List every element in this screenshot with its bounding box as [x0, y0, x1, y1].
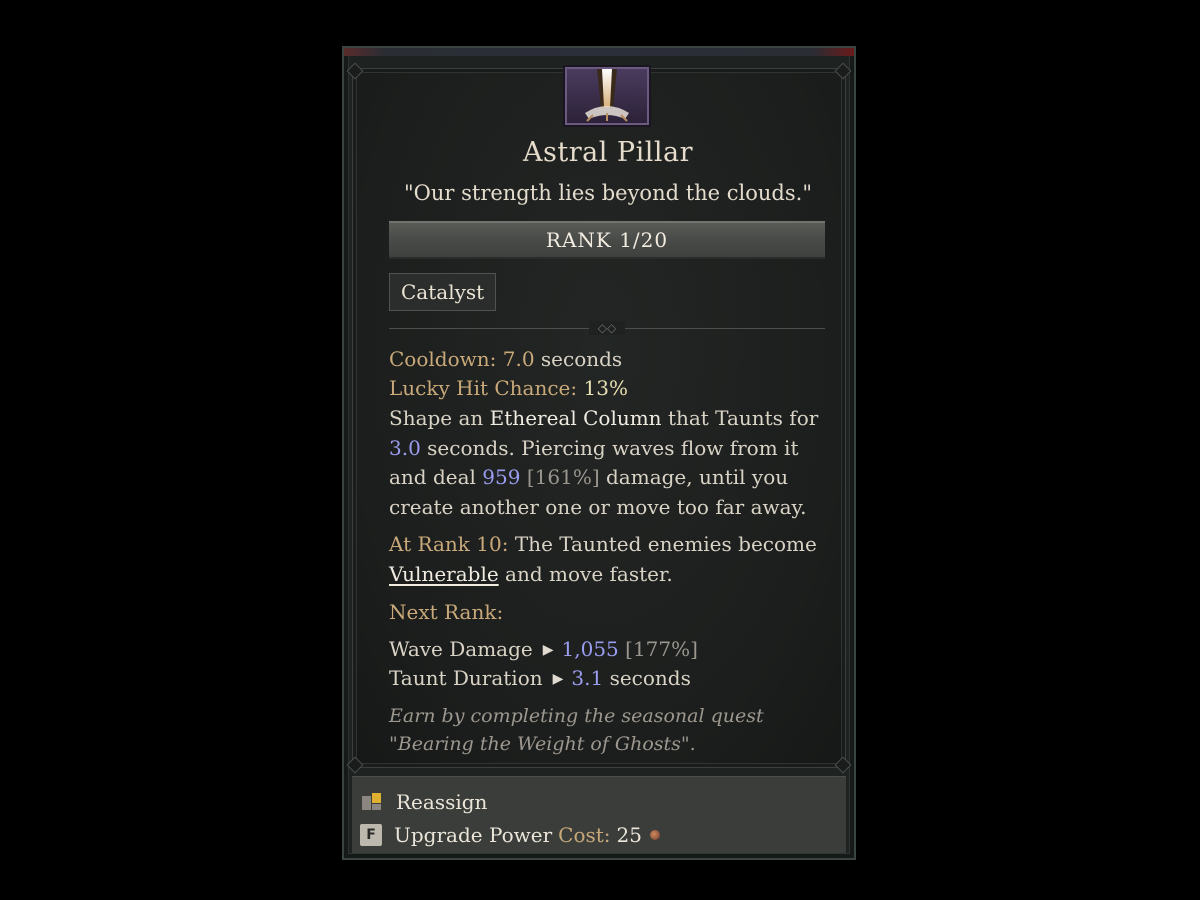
lucky-hit-value: 13% — [583, 376, 628, 400]
rank-text: RANK 1/20 — [545, 228, 669, 252]
tag-catalyst: Catalyst — [389, 273, 497, 311]
tag-label: Catalyst — [401, 280, 485, 304]
cooldown-unit: seconds — [540, 347, 623, 371]
next-rank-stat-extra: [177%] — [625, 637, 698, 661]
rank10-text: and move faster. — [505, 561, 673, 586]
corner-ornament — [834, 62, 852, 80]
divider-ornament-icon: ◇◇ — [589, 321, 625, 335]
flavor-text: "Our strength lies beyond the clouds." — [403, 181, 812, 205]
cooldown-line: Cooldown: 7.0 seconds — [389, 345, 829, 375]
description: Shape an Ethereal Column that Taunts for… — [389, 404, 829, 522]
ethereal-column-keyword: Ethereal Column — [489, 406, 662, 430]
currency-icon — [650, 830, 660, 840]
arrow-right-icon: ▶ — [542, 642, 554, 658]
corner-ornament — [346, 62, 364, 80]
reassign-action[interactable]: Reassign — [360, 787, 487, 817]
astral-pillar-icon — [565, 67, 649, 125]
next-rank-row: Wave Damage ▶ 1,055 [177%] — [389, 635, 829, 668]
tooltip-body: Astral Pillar "Our strength lies beyond … — [346, 62, 852, 774]
upgrade-label: Upgrade Power — [394, 823, 553, 847]
vulnerable-keyword[interactable]: Vulnerable — [389, 562, 499, 586]
power-tooltip: Astral Pillar "Our strength lies beyond … — [342, 46, 856, 860]
damage-percent: [161%] — [526, 465, 600, 489]
rank10-text: The Taunted enemies become — [514, 532, 817, 556]
reassign-label: Reassign — [396, 790, 488, 814]
cost-value: 25 — [616, 823, 642, 847]
rank10-bonus: At Rank 10: The Taunted enemies become V… — [389, 530, 829, 589]
corner-ornament — [834, 756, 852, 774]
next-rank-stat-name: Taunt Duration — [389, 666, 543, 690]
next-rank-stat-value: 3.1 — [571, 666, 604, 690]
lucky-hit-line: Lucky Hit Chance: 13% — [389, 374, 829, 404]
damage-value: 959 — [482, 465, 521, 489]
corner-ornament — [346, 756, 364, 774]
rank10-label: At Rank 10: — [389, 532, 509, 556]
next-rank-row: Taunt Duration ▶ 3.1 seconds — [389, 664, 829, 697]
next-rank-stat-extra: seconds — [609, 666, 691, 690]
power-title: Astral Pillar — [522, 137, 693, 168]
taunt-duration-value: 3.0 — [389, 435, 421, 460]
cooldown-value: 7.0 — [502, 347, 535, 371]
lucky-hit-label: Lucky Hit Chance: — [389, 376, 578, 400]
top-strip — [344, 48, 854, 56]
reassign-icon — [360, 790, 384, 814]
rank-bar: RANK 1/20 — [389, 221, 825, 259]
cost-label: Cost: — [558, 823, 611, 847]
arrow-right-icon: ▶ — [552, 671, 564, 687]
desc-text: Shape an — [389, 406, 484, 430]
next-rank-stat-value: 1,055 — [561, 637, 619, 661]
action-panel: Reassign F Upgrade Power Cost: 25 — [352, 776, 846, 853]
desc-text: that Taunts for — [667, 406, 819, 430]
upgrade-action[interactable]: F Upgrade Power Cost: 25 — [360, 820, 660, 850]
cooldown-label: Cooldown: — [389, 347, 497, 371]
key-f-icon: F — [360, 824, 382, 846]
acquisition-note: Earn by completing the seasonal quest "B… — [389, 705, 764, 755]
next-rank-stat-name: Wave Damage — [389, 637, 533, 661]
next-rank-label: Next Rank: — [389, 600, 504, 624]
